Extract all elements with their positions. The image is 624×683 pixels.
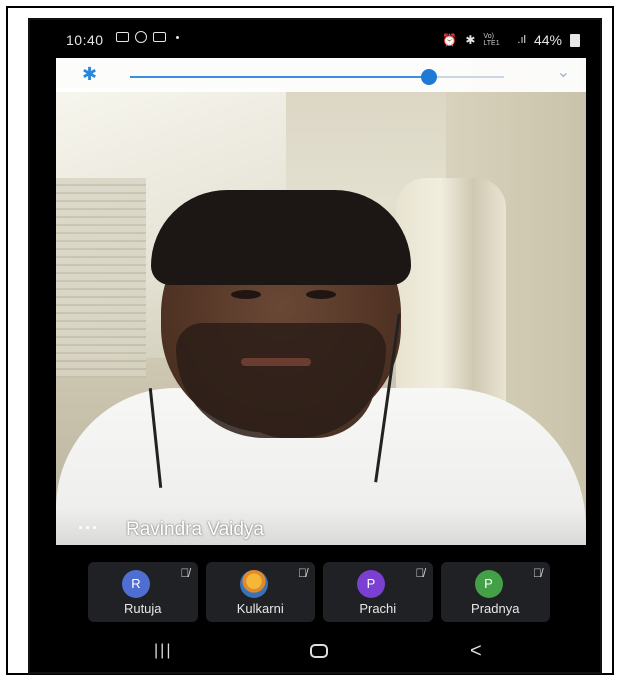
home-button[interactable] bbox=[310, 644, 328, 658]
battery-text: 44% bbox=[533, 32, 562, 48]
participant-tile-label: Pradnya bbox=[471, 601, 520, 616]
volume-slider-thumb[interactable] bbox=[421, 69, 438, 85]
audio-output-bar: ✱ ⌄ bbox=[56, 58, 586, 92]
battery-icon bbox=[570, 33, 580, 47]
video-footer: ··· Ravindra Vaidya bbox=[56, 507, 586, 545]
background-blind bbox=[56, 178, 146, 378]
signal-icon: .ıl bbox=[517, 34, 526, 46]
participant-tile-label: Prachi bbox=[359, 601, 397, 616]
system-nav-bar: ||| < bbox=[30, 630, 600, 672]
back-button[interactable]: < bbox=[470, 640, 482, 663]
chevron-down-icon[interactable]: ⌄ bbox=[557, 62, 570, 82]
participant-mouth bbox=[241, 358, 311, 366]
main-video-feed[interactable]: ✱ ⌄ ··· Ravindra Vaidya bbox=[56, 58, 586, 545]
participant-name: Ravindra Vaidya bbox=[126, 519, 265, 540]
alarm-icon: ⏰ bbox=[442, 33, 458, 47]
notification-icons bbox=[116, 31, 179, 43]
network-label: Vo) LTE1 bbox=[483, 33, 500, 47]
participant-tile-prachi[interactable]: P 🎙̸ Prachi bbox=[323, 562, 433, 622]
volume-slider-track[interactable] bbox=[429, 76, 504, 78]
whatsapp-icon bbox=[135, 31, 147, 43]
participant-tile-kulkarni[interactable]: 🎙̸ Kulkarni bbox=[205, 562, 315, 622]
mic-off-icon: 🎙̸ bbox=[180, 566, 190, 580]
status-bar: 10:40 ⏰ ✱ Vo) LTE1 .ıl 44% bbox=[30, 20, 600, 58]
participant-hair bbox=[151, 190, 411, 285]
bluetooth-status-icon: ✱ bbox=[465, 33, 476, 47]
participant-tile-label: Kulkarni bbox=[236, 601, 284, 616]
avatar: P bbox=[357, 570, 385, 598]
more-options-button[interactable]: ··· bbox=[78, 518, 99, 539]
bluetooth-icon[interactable]: ✱ bbox=[82, 64, 97, 85]
volume-slider-fill[interactable] bbox=[130, 76, 430, 78]
avatar: R bbox=[122, 570, 150, 598]
mic-off-icon: 🎙̸ bbox=[298, 566, 307, 580]
phone-screen: 10:40 ⏰ ✱ Vo) LTE1 .ıl 44% ✱ ⌄ ··· Ravin… bbox=[28, 18, 602, 674]
participant-eye-right bbox=[306, 290, 336, 299]
status-right-icons: ⏰ ✱ Vo) LTE1 .ıl 44% bbox=[442, 32, 580, 48]
avatar bbox=[239, 570, 268, 598]
mic-off-icon: 🎙̸ bbox=[533, 566, 542, 580]
status-time: 10:40 bbox=[66, 32, 104, 48]
participant-tile-pradnya[interactable]: P 🎙̸ Pradnya bbox=[440, 562, 550, 622]
gallery-icon bbox=[116, 32, 129, 42]
participant-strip: R 🎙̸ Rutuja 🎙̸ Kulkarni P 🎙̸ Prachi P 🎙̸… bbox=[88, 562, 550, 622]
more-notifications-icon bbox=[176, 35, 179, 39]
recents-button[interactable]: ||| bbox=[154, 642, 172, 660]
mic-off-icon: 🎙̸ bbox=[415, 566, 425, 580]
avatar: P bbox=[474, 570, 503, 598]
message-icon bbox=[153, 32, 166, 42]
participant-eye-left bbox=[231, 290, 261, 299]
participant-tile-label: Rutuja bbox=[123, 601, 162, 616]
participant-tile-rutuja[interactable]: R 🎙̸ Rutuja bbox=[88, 562, 198, 622]
